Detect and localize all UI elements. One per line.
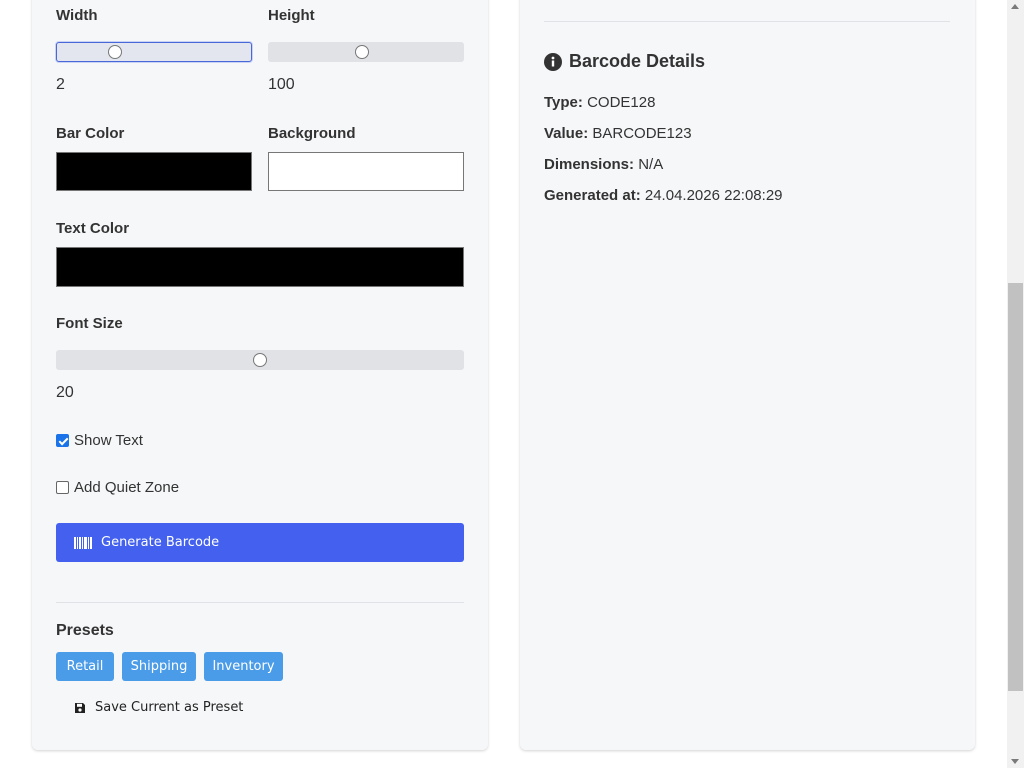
text-color-picker[interactable] xyxy=(56,247,464,287)
show-text-option[interactable]: Show Text xyxy=(56,432,143,449)
width-slider[interactable] xyxy=(56,42,252,62)
detail-dimensions-key: Dimensions: xyxy=(544,156,635,173)
bar-color-picker[interactable] xyxy=(56,152,252,191)
text-color-label: Text Color xyxy=(56,220,130,237)
height-label: Height xyxy=(268,7,315,24)
scroll-up-arrow-icon[interactable] xyxy=(1011,4,1019,9)
height-slider[interactable] xyxy=(268,42,464,62)
info-circle-icon xyxy=(544,52,562,71)
bar-color-label: Bar Color xyxy=(56,125,125,142)
height-slider-thumb[interactable] xyxy=(355,45,370,59)
detail-generated-at: Generated at: 24.04.2026 22:08:29 xyxy=(544,187,783,204)
details-heading: Barcode Details xyxy=(544,51,705,72)
barcode-icon xyxy=(74,536,92,549)
detail-generated-at-value: 24.04.2026 22:08:29 xyxy=(644,187,783,204)
font-size-slider[interactable] xyxy=(56,350,464,370)
show-text-label[interactable]: Show Text xyxy=(74,432,143,449)
detail-dimensions-value: N/A xyxy=(638,156,664,173)
detail-generated-at-key: Generated at: xyxy=(544,187,641,204)
presets-title: Presets xyxy=(56,622,114,639)
show-text-checkbox[interactable] xyxy=(56,434,69,447)
detail-dimensions: Dimensions: N/A xyxy=(544,156,663,173)
width-slider-thumb[interactable] xyxy=(108,45,123,59)
detail-type: Type: CODE128 xyxy=(544,94,655,111)
generate-barcode-label: Generate Barcode xyxy=(101,535,220,550)
save-preset-button[interactable]: Save Current as Preset xyxy=(74,700,243,715)
floppy-disk-icon xyxy=(75,702,85,713)
preset-shipping-button[interactable]: Shipping xyxy=(122,652,196,681)
detail-type-value: CODE128 xyxy=(587,94,656,111)
quiet-zone-option[interactable]: Add Quiet Zone xyxy=(56,479,179,496)
font-size-value: 20 xyxy=(56,384,74,401)
quiet-zone-label[interactable]: Add Quiet Zone xyxy=(74,479,179,496)
scrollbar-thumb[interactable] xyxy=(1008,283,1023,691)
font-size-slider-thumb[interactable] xyxy=(253,353,267,367)
details-top-divider xyxy=(544,21,950,22)
generate-barcode-button[interactable]: Generate Barcode xyxy=(56,523,464,562)
page-scrollbar[interactable] xyxy=(1007,0,1024,768)
background-color-picker[interactable] xyxy=(268,152,464,191)
width-value: 2 xyxy=(56,76,65,93)
detail-type-key: Type: xyxy=(544,94,583,111)
preset-shipping-label: Shipping xyxy=(130,659,188,674)
background-label: Background xyxy=(268,125,356,142)
details-title: Barcode Details xyxy=(569,51,706,71)
preset-retail-label: Retail xyxy=(66,659,104,674)
detail-value-key: Value: xyxy=(544,125,589,142)
save-preset-label: Save Current as Preset xyxy=(95,700,244,715)
height-value: 100 xyxy=(268,76,295,93)
presets-divider xyxy=(56,602,464,603)
detail-value-value: BARCODE123 xyxy=(592,125,692,142)
quiet-zone-checkbox[interactable] xyxy=(56,481,69,494)
preset-inventory-button[interactable]: Inventory xyxy=(204,652,283,681)
detail-value: Value: BARCODE123 xyxy=(544,125,692,142)
preset-inventory-label: Inventory xyxy=(212,659,275,674)
font-size-label: Font Size xyxy=(56,315,123,332)
width-label: Width xyxy=(56,7,98,24)
preset-retail-button[interactable]: Retail xyxy=(56,652,114,681)
details-card xyxy=(520,0,975,750)
scroll-down-arrow-icon[interactable] xyxy=(1011,759,1019,764)
